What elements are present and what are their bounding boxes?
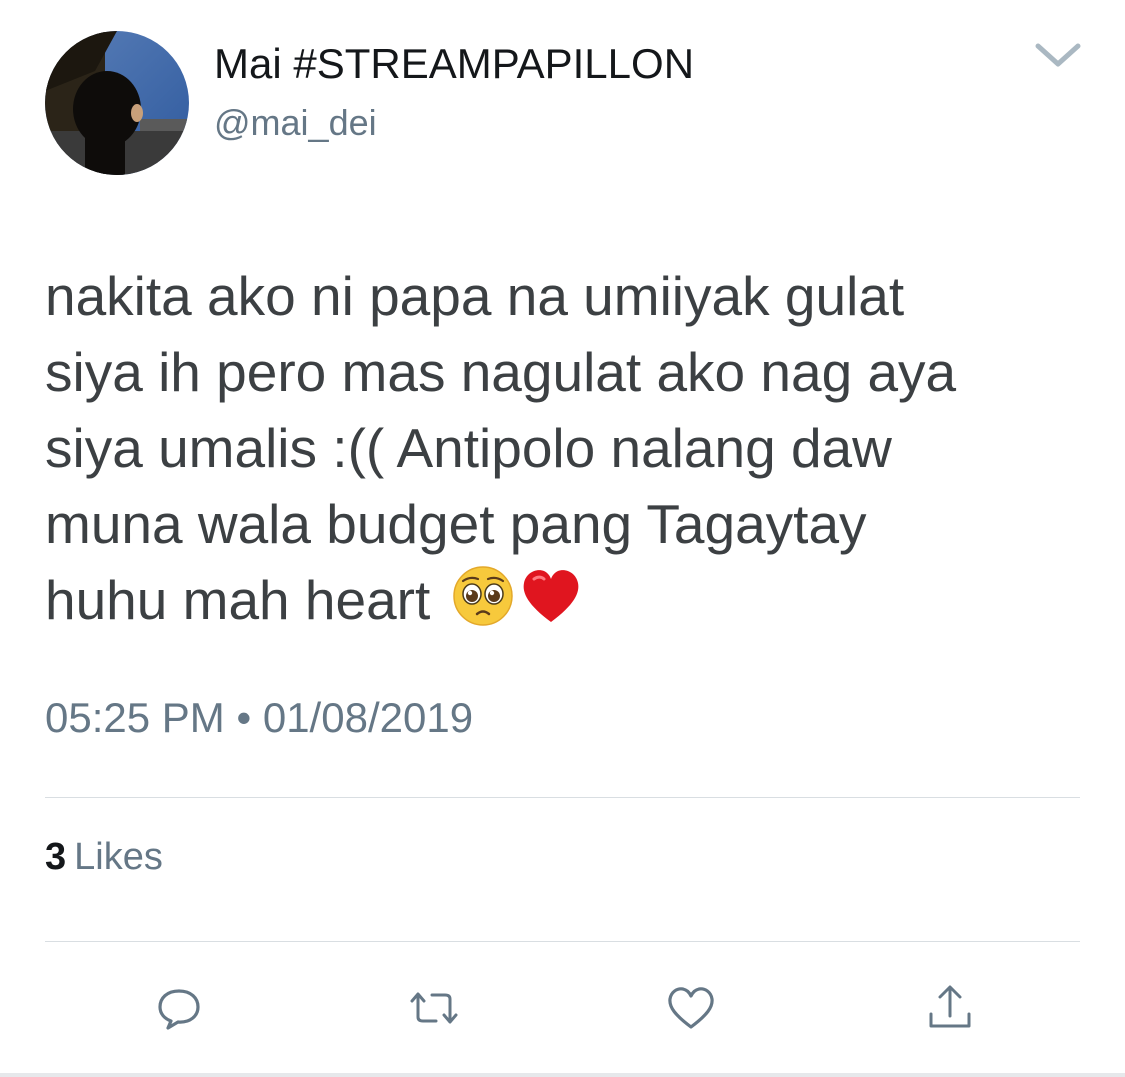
divider-top: [45, 797, 1080, 798]
like-button[interactable]: [661, 980, 721, 1040]
likes-stat[interactable]: 3 Likes: [45, 836, 163, 879]
share-button[interactable]: [920, 980, 980, 1040]
tweet-time: 05:25 PM: [45, 694, 225, 741]
tweet-timestamp: 05:25 PM • 01/08/2019: [45, 694, 473, 742]
tweet-date: 01/08/2019: [262, 694, 474, 741]
likes-label: Likes: [74, 836, 163, 878]
chevron-down-icon[interactable]: [1028, 34, 1088, 78]
divider-bottom: [45, 941, 1080, 942]
timestamp-separator: •: [236, 694, 252, 741]
tweet-text: nakita ako ni papa na umiiyak gulat siya…: [45, 258, 1095, 646]
red-heart-icon: [520, 565, 582, 646]
reply-icon: [154, 983, 204, 1038]
user-handle[interactable]: @mai_dei: [214, 102, 377, 144]
pleading-face-icon: [452, 565, 514, 646]
retweet-button[interactable]: [404, 980, 464, 1040]
likes-count: 3: [45, 836, 67, 878]
bottom-divider: [0, 1073, 1125, 1077]
display-name[interactable]: Mai #STREAMPAPILLON: [214, 40, 694, 88]
heart-icon: [665, 983, 717, 1038]
avatar[interactable]: [45, 31, 189, 175]
retweet-icon: [406, 983, 462, 1038]
reply-button[interactable]: [149, 980, 209, 1040]
share-icon: [925, 982, 975, 1039]
